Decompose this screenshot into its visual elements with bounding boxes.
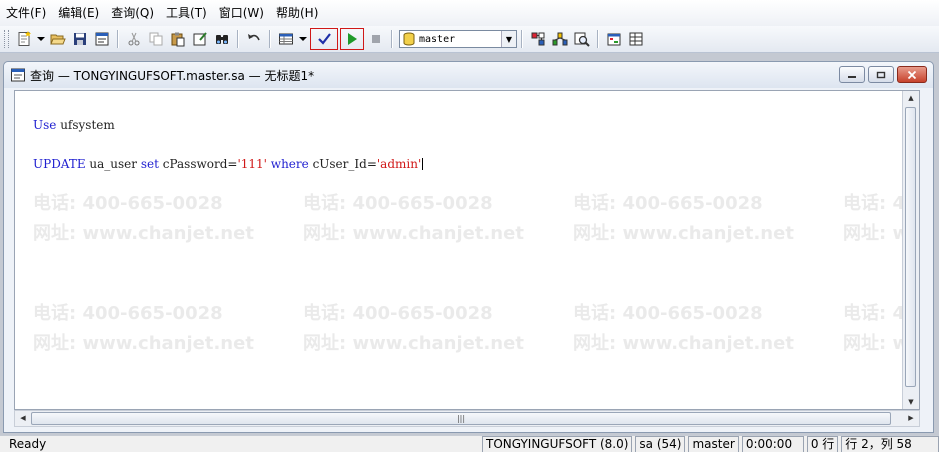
copy-icon[interactable] bbox=[146, 29, 166, 49]
code-identifier: cPassword= bbox=[158, 157, 238, 171]
save-icon[interactable] bbox=[70, 29, 90, 49]
status-elapsed-time: 0:00:00 bbox=[741, 436, 804, 452]
query-window-icon bbox=[11, 68, 25, 82]
undo-icon[interactable] bbox=[244, 29, 264, 49]
dropdown-arrow-icon[interactable] bbox=[36, 29, 46, 49]
menu-query[interactable]: 查询(Q) bbox=[105, 0, 160, 26]
query-window[interactable]: 查询 — TONGYINGUFSOFT.master.sa — 无标题1* 电话… bbox=[3, 61, 934, 433]
menu-edit[interactable]: 编辑(E) bbox=[52, 0, 105, 26]
code-keyword: UPDATE bbox=[33, 157, 86, 171]
scroll-left-icon[interactable]: ◀ bbox=[16, 412, 30, 425]
new-query-icon[interactable] bbox=[14, 29, 34, 49]
find-icon[interactable] bbox=[212, 29, 232, 49]
open-file-icon[interactable] bbox=[48, 29, 68, 49]
watermark-site: 网址: www.chanjet.net bbox=[303, 333, 524, 354]
horizontal-scrollbar[interactable]: ◀ ||| ▶ bbox=[14, 410, 920, 427]
show-trace-icon[interactable] bbox=[550, 29, 570, 49]
code-string: 'admin' bbox=[376, 157, 422, 171]
execute-icon[interactable] bbox=[340, 28, 364, 50]
sql-code: Use ufsystem UPDATE ua_user set cPasswor… bbox=[33, 93, 424, 197]
toolbar-separator bbox=[237, 30, 239, 48]
database-select-value: master bbox=[419, 33, 456, 45]
watermark-site: 网址: www.chanjet.net bbox=[303, 223, 524, 244]
scroll-right-icon[interactable]: ▶ bbox=[904, 412, 918, 425]
clear-window-icon[interactable] bbox=[190, 29, 210, 49]
object-browser-icon[interactable] bbox=[604, 29, 624, 49]
status-database: master bbox=[688, 436, 739, 452]
code-string: '111' bbox=[237, 157, 267, 171]
minimize-icon bbox=[848, 75, 856, 78]
status-bar: Ready TONGYINGUFSOFT (8.0) sa (54) maste… bbox=[0, 435, 939, 452]
stop-icon[interactable] bbox=[366, 29, 386, 49]
code-keyword: where bbox=[270, 157, 309, 171]
scroll-up-icon[interactable]: ▲ bbox=[905, 91, 917, 105]
watermark-phone: 电话: 400-665-0028 bbox=[33, 303, 223, 324]
watermark-phone: 电话: 400-665-0028 bbox=[573, 303, 763, 324]
display-plan-icon[interactable] bbox=[528, 29, 548, 49]
mdi-area: 查询 — TONGYINGUFSOFT.master.sa — 无标题1* 电话… bbox=[0, 53, 939, 435]
restore-button[interactable] bbox=[868, 66, 894, 83]
code-line-1: Use ufsystem bbox=[33, 119, 423, 132]
check-syntax-icon[interactable] bbox=[310, 28, 338, 50]
status-cursor-position: 行 2，列 58 bbox=[841, 436, 939, 452]
watermark-phone: 电话: 400-665-0028 bbox=[573, 193, 763, 214]
code-keyword: Use bbox=[33, 118, 57, 132]
dropdown-arrow-icon[interactable] bbox=[298, 29, 308, 49]
code-line-2: UPDATE ua_user set cPassword='111' where… bbox=[33, 157, 424, 171]
watermark-phone: 电话: 400-665-0028 bbox=[303, 303, 493, 324]
database-icon bbox=[403, 32, 415, 46]
menu-tools[interactable]: 工具(T) bbox=[160, 0, 213, 26]
toolbar-separator bbox=[117, 30, 119, 48]
close-button[interactable] bbox=[897, 66, 927, 83]
status-ready: Ready bbox=[9, 437, 47, 451]
vertical-scrollbar[interactable]: ▲ ▼ bbox=[902, 91, 919, 409]
toolbar-separator bbox=[269, 30, 271, 48]
index-analysis-icon[interactable] bbox=[572, 29, 592, 49]
menu-file[interactable]: 文件(F) bbox=[0, 0, 52, 26]
window-controls bbox=[836, 66, 927, 83]
toolbar-separator bbox=[391, 30, 393, 48]
code-identifier: ufsystem bbox=[56, 118, 115, 132]
toolbar: master ▼ bbox=[0, 26, 939, 53]
toolbar-separator bbox=[597, 30, 599, 48]
vertical-scroll-thumb[interactable] bbox=[905, 107, 916, 387]
cut-icon[interactable] bbox=[124, 29, 144, 49]
scroll-down-icon[interactable]: ▼ bbox=[905, 395, 917, 409]
status-user: sa (54) bbox=[635, 436, 686, 452]
code-keyword: set bbox=[140, 157, 159, 171]
menu-window[interactable]: 窗口(W) bbox=[213, 0, 270, 26]
query-window-title: 查询 — TONGYINGUFSOFT.master.sa — 无标题1* bbox=[30, 68, 315, 83]
watermark-site: 网址: www.chanjet.net bbox=[33, 333, 254, 354]
chevron-down-icon[interactable]: ▼ bbox=[501, 31, 516, 47]
status-server: TONGYINGUFSOFT (8.0) bbox=[482, 436, 633, 452]
code-identifier: cUser_Id= bbox=[308, 157, 377, 171]
results-pane-icon[interactable] bbox=[626, 29, 646, 49]
restore-icon bbox=[876, 71, 886, 78]
text-caret bbox=[422, 158, 424, 170]
watermark-site: 网址: www.chanjet.net bbox=[573, 333, 794, 354]
toolbar-separator bbox=[521, 30, 523, 48]
close-icon bbox=[907, 70, 917, 79]
sql-editor[interactable]: 电话: 400-665-0028 电话: 400-665-0028 电话: 40… bbox=[14, 90, 920, 410]
paste-icon[interactable] bbox=[168, 29, 188, 49]
menu-help[interactable]: 帮助(H) bbox=[270, 0, 324, 26]
results-grid-icon[interactable] bbox=[276, 29, 296, 49]
status-rows: 0 行 bbox=[806, 436, 839, 452]
toolbar-grip[interactable] bbox=[4, 30, 9, 48]
menu-bar: 文件(F) 编辑(E) 查询(Q) 工具(T) 窗口(W) 帮助(H) bbox=[0, 0, 939, 26]
load-script-icon[interactable] bbox=[92, 29, 112, 49]
query-window-titlebar[interactable]: 查询 — TONGYINGUFSOFT.master.sa — 无标题1* bbox=[4, 62, 933, 88]
watermark-site: 网址: www.chanjet.net bbox=[573, 223, 794, 244]
database-select[interactable]: master ▼ bbox=[399, 30, 517, 48]
horizontal-scroll-thumb[interactable]: ||| bbox=[31, 412, 891, 425]
watermark-site: 网址: www.chanjet.net bbox=[33, 223, 254, 244]
minimize-button[interactable] bbox=[839, 66, 865, 83]
code-identifier: ua_user bbox=[85, 157, 141, 171]
